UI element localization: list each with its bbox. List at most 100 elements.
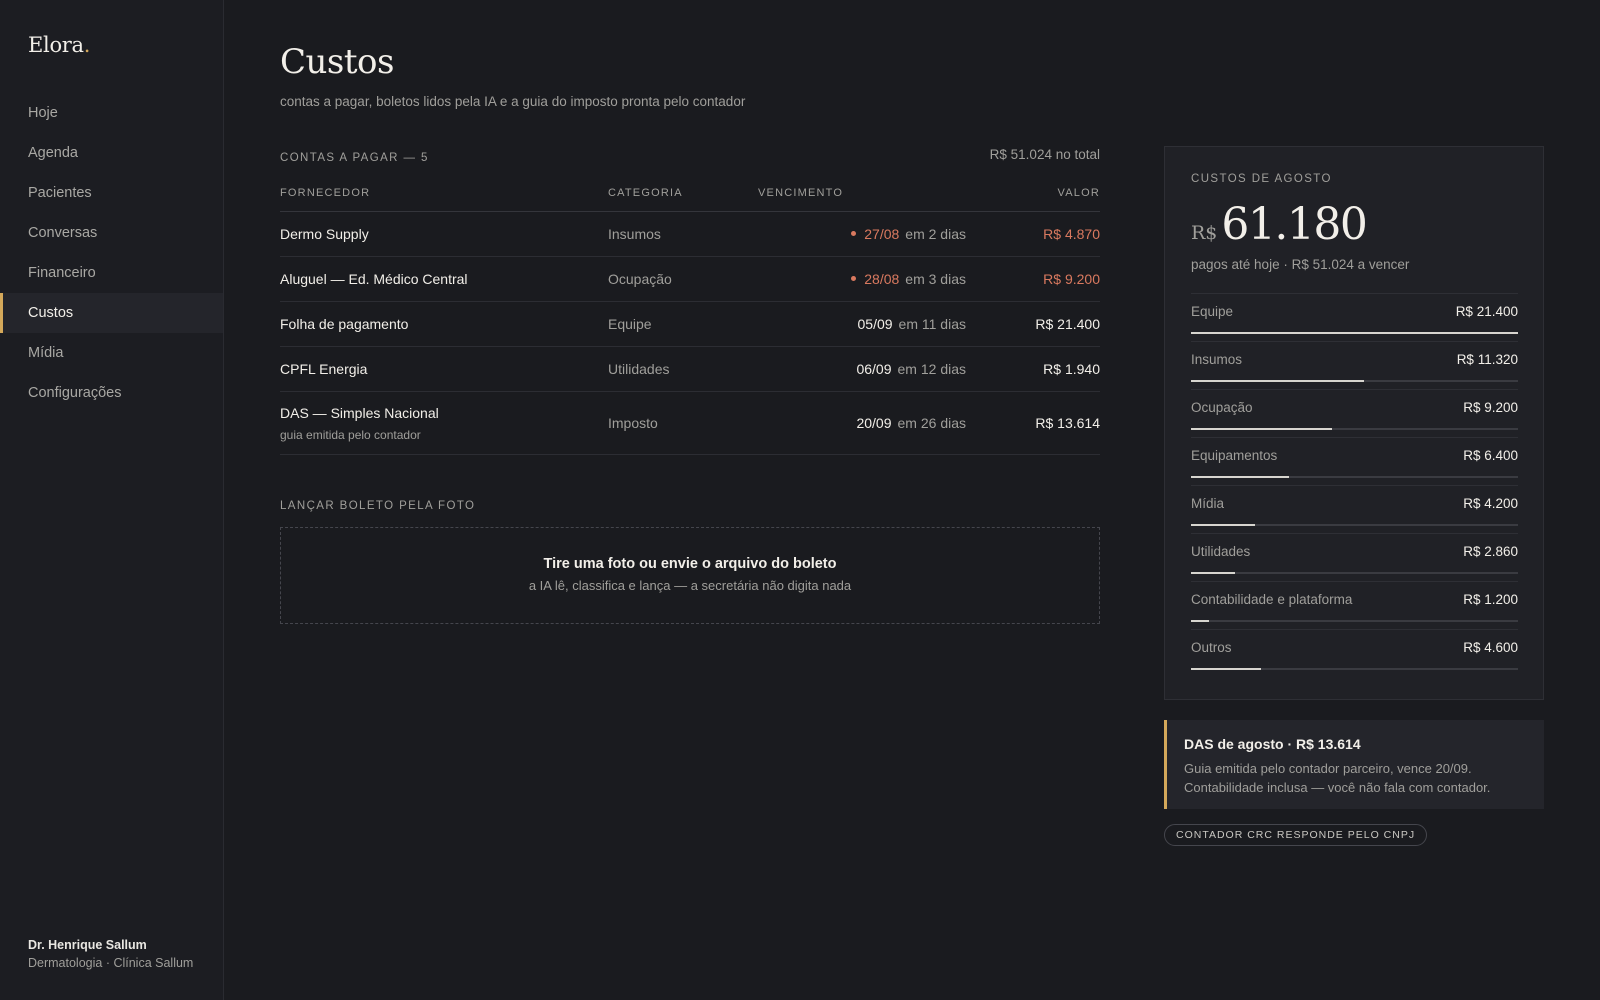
category: Utilidades [608,361,670,377]
cost-category-bar [1191,332,1518,334]
cost-category-value: R$ 1.200 [1463,592,1518,607]
sidebar-item-configuracoes[interactable]: Configurações [0,373,223,413]
app-logo[interactable]: Elora. [28,33,90,57]
monthly-total: R$61.180 [1191,199,1368,250]
supplier-name: CPFL Energia [280,361,368,377]
column-header-value[interactable]: VALOR [1058,187,1100,199]
cost-category-bar [1191,476,1289,478]
table-row[interactable]: Dermo Supply Insumos 27/08 em 2 dias R$ 4.87… [280,212,1100,257]
bills-total: R$ 51.024 no total [989,147,1100,162]
sidebar-item-midia[interactable]: Mídia [0,333,223,373]
cost-category-bar-track [1191,380,1518,382]
supplier-name: Aluguel — Ed. Médico Central [280,271,468,287]
dropzone-subtitle: a IA lê, classifica e lança — a secretár… [528,578,852,593]
cost-category[interactable]: Equipamentos R$ 6.400 [1191,437,1518,485]
sidebar-item-custos[interactable]: Custos [0,293,223,333]
sidebar-item-financeiro[interactable]: Financeiro [0,253,223,293]
tax-note-title: DAS de agosto · R$ 13.614 [1184,736,1361,752]
urgent-dot-icon [851,230,857,236]
cost-category-bar-track [1191,476,1518,478]
due-date-value: 28/08 [864,271,900,287]
cost-category-bar [1191,572,1235,574]
boleto-dropzone[interactable]: Tire uma foto ou envie o arquivo do bole… [280,527,1100,624]
due-date: 20/09 em 26 dias [856,415,966,431]
cost-category[interactable]: Insumos R$ 11.320 [1191,341,1518,389]
sidebar-item-agenda[interactable]: Agenda [0,133,223,173]
due-date: 27/08 em 2 dias [851,226,966,242]
monthly-costs-panel: CUSTOS DE AGOSTO R$61.180 pagos até hoje… [1164,146,1544,700]
due-date: 06/09 em 12 dias [856,361,966,377]
cost-category[interactable]: Mídia R$ 4.200 [1191,485,1518,533]
bill-value: R$ 1.940 [1043,361,1100,377]
cost-category-name: Outros [1191,640,1232,655]
panel-subtitle: pagos até hoje · R$ 51.024 a vencer [1191,257,1410,272]
accountant-badge[interactable]: CONTADOR CRC RESPONDE PELO CNPJ [1164,824,1428,846]
due-relative: em 3 dias [905,271,966,287]
bills-table: FORNECEDOR CATEGORIA VENCIMENTO VALOR De… [280,182,1100,455]
cost-category-name: Mídia [1191,496,1225,511]
table-row[interactable]: Folha de pagamento Equipe 05/09 em 11 dias R… [280,302,1100,347]
page-subtitle: contas a pagar, boletos lidos pela IA e … [280,94,746,109]
tax-note-body: Guia emitida pelo contador parceiro, ven… [1184,761,1491,795]
cost-category[interactable]: Contabilidade e plataforma R$ 1.200 [1191,581,1518,629]
category: Equipe [608,316,652,332]
cost-category-bar-track [1191,572,1518,574]
due-relative: em 11 dias [898,316,966,332]
cost-category-name: Equipamentos [1191,448,1278,463]
user-profile[interactable]: Dr. Henrique Sallum Dermatologia · Clíni… [28,938,193,970]
bill-value: R$ 13.614 [1035,415,1100,431]
cost-category-bar-track [1191,668,1518,670]
sidebar-nav: Hoje Agenda Pacientes Conversas Financei… [0,93,223,413]
user-subtitle: Dermatologia · Clínica Sallum [28,956,194,970]
column-header-due[interactable]: VENCIMENTO [758,187,843,199]
cost-category-name: Contabilidade e plataforma [1191,592,1353,607]
bill-value: R$ 4.870 [1043,226,1100,242]
cost-category-value: R$ 4.600 [1463,640,1518,655]
table-row[interactable]: CPFL Energia Utilidades 06/09 em 12 dias R$ … [280,347,1100,392]
cost-category-bar-track [1191,524,1518,526]
cost-category-bar [1191,620,1210,622]
supplier-name: Folha de pagamento [280,316,409,332]
user-name: Dr. Henrique Sallum [28,938,147,952]
cost-category[interactable]: Ocupação R$ 9.200 [1191,389,1518,437]
bills-label: CONTAS A PAGAR — 5 [280,152,429,164]
total-amount: 61.180 [1221,199,1367,250]
cost-category[interactable]: Equipe R$ 21.400 [1191,293,1518,341]
table-row[interactable]: DAS — Simples Nacional guia emitida pelo … [280,392,1100,455]
cost-category-bar-track [1191,620,1518,622]
sidebar-item-pacientes[interactable]: Pacientes [0,173,223,213]
cost-category-value: R$ 2.860 [1463,544,1518,559]
supplier-note: guia emitida pelo contador [280,428,421,442]
due-date-value: 20/09 [856,415,892,431]
cost-category-value: R$ 4.200 [1463,496,1518,511]
bill-value: R$ 9.200 [1043,271,1100,287]
page-title: Custos [280,42,394,82]
category: Ocupação [608,271,672,287]
supplier-name: DAS — Simples Nacional [280,405,439,421]
cost-category-bar [1191,428,1332,430]
due-relative: em 12 dias [897,361,966,377]
cost-category[interactable]: Outros R$ 4.600 [1191,629,1518,677]
cost-category-name: Equipe [1191,304,1234,319]
cost-category-bar [1191,668,1262,670]
cost-category-name: Utilidades [1191,544,1251,559]
column-header-category[interactable]: CATEGORIA [608,187,683,199]
due-date: 28/08 em 3 dias [851,271,966,287]
dropzone-title: Tire uma foto ou envie o arquivo do bole… [543,556,837,572]
due-date-value: 27/08 [864,226,900,242]
cost-category-bar-track [1191,428,1518,430]
table-row[interactable]: Aluguel — Ed. Médico Central Ocupação 28/0… [280,257,1100,302]
category-breakdown: Equipe R$ 21.400 Insumos R$ 11.320 Ocupação R… [1191,293,1518,677]
column-header-supplier[interactable]: FORNECEDOR [280,187,370,199]
supplier-name: Dermo Supply [280,226,369,242]
bill-value: R$ 21.400 [1035,316,1100,332]
cost-category-bar [1191,380,1364,382]
sidebar-item-hoje[interactable]: Hoje [0,93,223,133]
sidebar-item-conversas[interactable]: Conversas [0,213,223,253]
cost-category[interactable]: Utilidades R$ 2.860 [1191,533,1518,581]
table-header: FORNECEDOR CATEGORIA VENCIMENTO VALOR [280,182,1100,212]
cost-category-value: R$ 21.400 [1455,304,1518,319]
cost-category-value: R$ 9.200 [1463,400,1518,415]
category: Insumos [608,226,661,242]
due-relative: em 2 dias [905,226,966,242]
